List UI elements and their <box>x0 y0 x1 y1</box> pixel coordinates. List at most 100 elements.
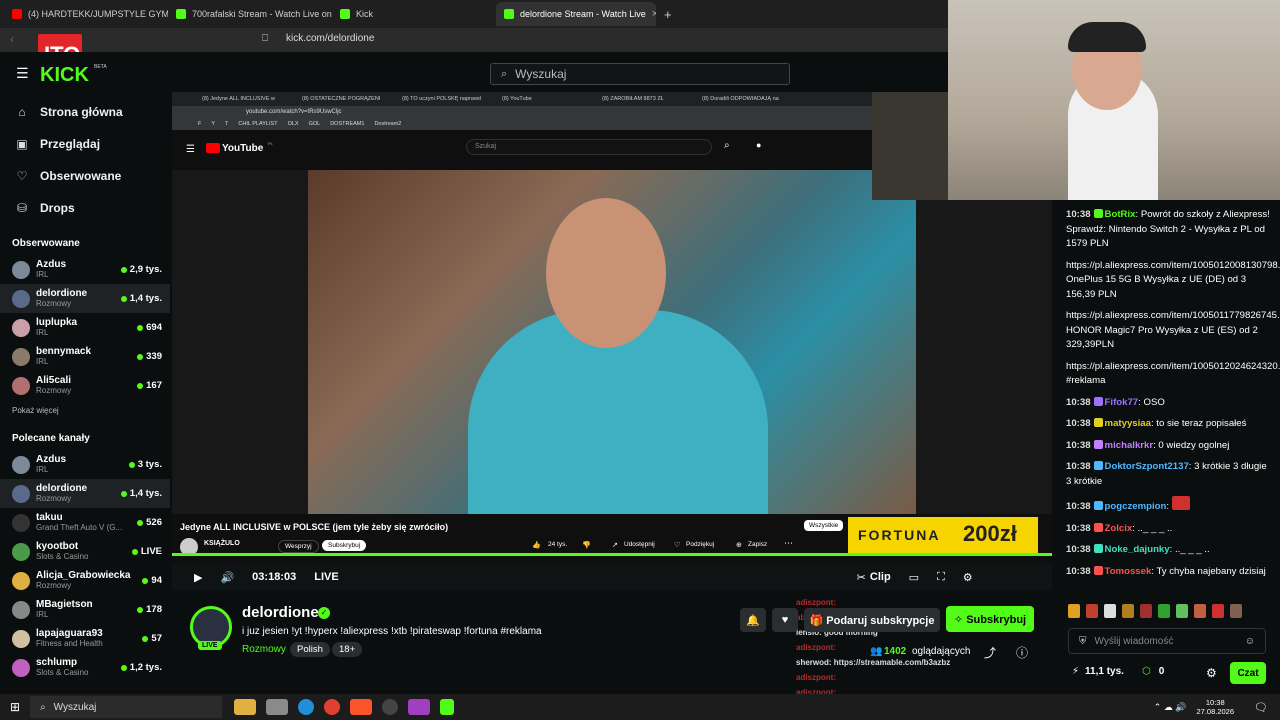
fullscreen-icon[interactable]: ⛶ <box>937 571 945 584</box>
chat-username[interactable]: DoktorSzpont2137 <box>1105 461 1189 472</box>
stream-category[interactable]: Rozmowy <box>242 644 286 655</box>
embedded-bookmarks: F Y T CHIL PLAYLIST OLX GOL DOSTREAM1 Do… <box>172 118 872 130</box>
chat-username[interactable]: michalkrkr <box>1105 440 1154 451</box>
gift-subscription-button[interactable]: 🎁 Podaruj subskrypcje <box>804 608 940 632</box>
chat-username[interactable]: matyysiaa <box>1105 418 1151 429</box>
yt-like-count: 24 tys. <box>548 541 568 548</box>
new-tab-button[interactable]: + <box>664 7 672 22</box>
subscribe-button[interactable]: ✧ Subskrybuj <box>946 606 1034 632</box>
channel-points[interactable]: ⚡ 11,1 tys. <box>1072 666 1124 677</box>
sidebar-channel-azdus[interactable]: Azdus IRL 2,9 tys. <box>0 255 170 284</box>
kick-app-icon[interactable] <box>440 699 455 715</box>
sidebar-channel-kyootbot[interactable]: kyootbot Slots & Casino LIVE <box>0 537 170 566</box>
brave-icon[interactable] <box>350 699 373 715</box>
nav-drops[interactable]: ⛁ Drops <box>0 192 170 224</box>
streamer-name[interactable]: delordione <box>242 604 319 621</box>
browser-tab-1[interactable]: (4) HARDTEKK/JUMPSTYLE GYM PLA <box>4 2 168 26</box>
sidebar-channel-bennymack[interactable]: bennymack IRL 339 <box>0 342 170 371</box>
search-input[interactable]: ⌕ Wyszukaj <box>490 63 790 85</box>
bookmark-icon[interactable]: ⎕ <box>262 33 268 44</box>
sidebar-channel-azdus[interactable]: Azdus IRL 3 tys. <box>0 450 170 479</box>
ad-brand: FORTUNA <box>858 527 941 543</box>
menu-icon[interactable]: ☰ <box>16 65 29 82</box>
sidebar-channel-delordione[interactable]: delordione Rozmowy 1,4 tys. <box>0 284 170 313</box>
sidebar-channel-mbagietson[interactable]: MBagietson IRL 178 <box>0 595 170 624</box>
kicks-balance[interactable]: ⬡ 0 <box>1142 666 1164 677</box>
emote-icon[interactable] <box>1194 604 1206 618</box>
share-icon[interactable]: ⤴ <box>984 644 996 661</box>
emote-icon[interactable] <box>1122 604 1134 618</box>
notification-bell-icon[interactable]: 🔔 <box>740 608 766 632</box>
progress-bar[interactable] <box>172 553 1052 556</box>
back-icon[interactable]: ‹ <box>10 32 14 46</box>
overlay-chat-line: sherwod: https://streamable.com/b3azbz <box>796 658 951 667</box>
chat-username[interactable]: Fifok77 <box>1105 397 1139 408</box>
sidebar-channel-alicja_grabowiecka[interactable]: Alicja_Grabowiecka Rozmowy 94 <box>0 566 170 595</box>
emote-icon[interactable] <box>1212 604 1224 618</box>
windows-start-icon[interactable]: ⊞ <box>10 700 20 714</box>
channel-category: IRL <box>36 328 49 337</box>
chat-message: 10:38 Noke_dajunky: .._ _ _ .. <box>1066 544 1210 555</box>
emote-icon[interactable] <box>1176 604 1188 618</box>
chat-username[interactable]: Noke_dajunky <box>1105 544 1170 555</box>
chat-message: 10:38 matyysiaa: to sie teraz popisałeś <box>1066 418 1247 429</box>
sidebar-channel-schlump[interactable]: schlump Slots & Casino 1,2 tys. <box>0 653 170 682</box>
nav-home[interactable]: ⌂ Strona główna <box>0 96 170 128</box>
chat-settings-icon[interactable]: ⚙ <box>1206 666 1217 680</box>
edge-icon[interactable] <box>298 699 315 715</box>
settings-icon[interactable]: ⚙ <box>963 571 973 584</box>
kick-logo[interactable]: KICK <box>40 64 89 87</box>
emote-icon[interactable] <box>1104 604 1116 618</box>
chat-send-button[interactable]: Czat <box>1230 662 1266 684</box>
emoji-icon[interactable]: ☺ <box>1245 636 1255 647</box>
bookmark: GOL <box>308 121 321 127</box>
chat-message: 10:38 michalkrkr: 0 wiedzy ogolnej <box>1066 439 1230 451</box>
emote-icon[interactable] <box>1068 604 1080 618</box>
clip-button[interactable]: Clip <box>870 571 891 583</box>
emote-icon[interactable] <box>1140 604 1152 618</box>
bookmark: Dostream2 <box>374 121 402 127</box>
sidebar-channel-luplupka[interactable]: luplupka IRL 694 <box>0 313 170 342</box>
close-tab-icon[interactable]: × <box>652 8 656 20</box>
channel-text: delordione Rozmowy <box>36 288 87 309</box>
nav-browse[interactable]: ▣ Przeglądaj <box>0 128 170 160</box>
sidebar-channel-takuu[interactable]: takuu Grand Theft Auto V (G... 526 <box>0 508 170 537</box>
app-icon[interactable] <box>266 699 289 715</box>
chat-username[interactable]: BotRix <box>1105 209 1136 220</box>
overlay-chat-line: adiszpont: <box>796 598 836 607</box>
sidebar-channel-ali5cali[interactable]: Ali5cali Rozmowy 167 <box>0 371 170 400</box>
file-explorer-icon[interactable] <box>234 699 257 715</box>
notifications-icon[interactable]: 🗨 <box>1254 701 1268 714</box>
youtube-favicon-icon <box>12 9 22 19</box>
taskbar-search[interactable]: ⌕ Wyszukaj <box>30 696 223 718</box>
obs-icon[interactable] <box>382 699 399 715</box>
play-icon[interactable]: ▶ <box>194 571 202 584</box>
tag-polish[interactable]: Polish <box>290 642 330 657</box>
chat-username[interactable]: Tomossek <box>1105 566 1152 577</box>
nav-following[interactable]: ♡ Obserwowane <box>0 160 170 192</box>
info-icon[interactable]: ⓘ <box>1016 644 1028 661</box>
taskbar-search-label: Wyszukaj <box>53 701 97 713</box>
chat-username[interactable]: Zolcix <box>1105 523 1133 534</box>
chrome-icon[interactable] <box>324 699 341 715</box>
emote-icon[interactable] <box>1158 604 1170 618</box>
url-field[interactable]: kick.com/delordione <box>286 33 374 44</box>
show-more-link[interactable]: Pokaż więcej <box>0 400 170 425</box>
app-icon[interactable] <box>408 699 431 715</box>
browser-tab-2[interactable]: 700rafalski Stream - Watch Live on K <box>168 2 332 26</box>
clip-icon[interactable]: ✂ <box>857 571 866 584</box>
sidebar-channel-delordione[interactable]: delordione Rozmowy 1,4 tys. <box>0 479 170 508</box>
emote-icon[interactable] <box>1086 604 1098 618</box>
chat-input[interactable]: ⛨ Wyślij wiadomość ☺ <box>1068 628 1266 654</box>
emote-icon[interactable] <box>1230 604 1242 618</box>
theater-icon[interactable]: ▭ <box>909 571 919 584</box>
tag-adult[interactable]: 18+ <box>332 642 363 657</box>
follow-heart-icon[interactable]: ♥ <box>772 608 798 632</box>
tray-icons[interactable]: ⌃ ☁ 🔊 <box>1154 702 1187 713</box>
sidebar-channel-lapajaguara93[interactable]: lapajaguara93 Fitness and Health 57 <box>0 624 170 653</box>
volume-icon[interactable]: 🔊 <box>220 571 234 584</box>
browser-tab-3[interactable]: Kick <box>332 2 496 26</box>
chat-username[interactable]: pogczempion <box>1105 501 1167 512</box>
browser-tab-active[interactable]: delordione Stream - Watch Live × <box>496 2 656 26</box>
clock[interactable]: 10:38 27.08.2026 <box>1196 698 1234 716</box>
